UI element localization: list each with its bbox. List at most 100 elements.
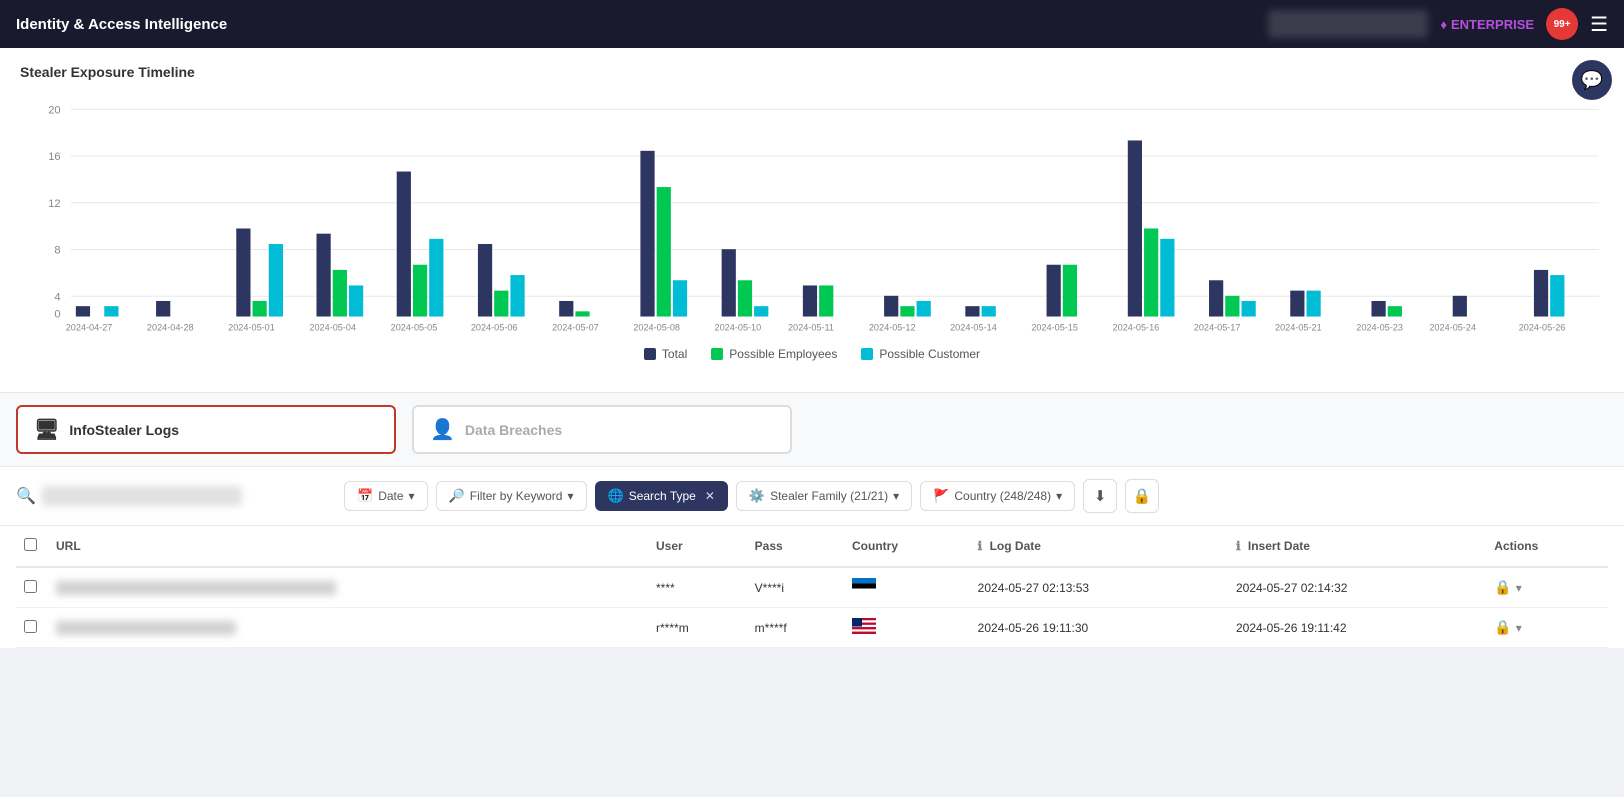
svg-text:2024-04-28: 2024-04-28	[147, 323, 194, 333]
svg-text:2024-05-08: 2024-05-08	[633, 323, 680, 333]
svg-text:0: 0	[54, 309, 60, 321]
pass-header: Pass	[747, 526, 844, 567]
country-filter-button[interactable]: 🚩 Country (248/248) ▾	[920, 481, 1075, 511]
keyword-filter-button[interactable]: 🔎 Filter by Keyword ▾	[436, 481, 587, 511]
insert-date-header: ℹ Insert Date	[1228, 526, 1486, 567]
chart-svg: 20 16 12 8 4 0 2024-04-27 2024-04-28 202…	[20, 96, 1604, 336]
diamond-icon: ♦	[1440, 17, 1447, 32]
row-1-log-date: 2024-05-27 02:13:53	[970, 567, 1228, 608]
legend-customer-dot	[861, 348, 873, 360]
filter-keyword-icon: 🔎	[449, 488, 465, 504]
table-section: URL User Pass Country ℹ Log Date ℹ Inser	[0, 526, 1624, 648]
enterprise-badge: ♦ ENTERPRISE	[1440, 17, 1534, 32]
user-info-blurred	[1268, 10, 1428, 38]
row-2-pass: m****f	[747, 608, 844, 648]
svg-text:2024-05-21: 2024-05-21	[1275, 323, 1322, 333]
svg-text:2024-05-01: 2024-05-01	[228, 323, 275, 333]
select-all-header[interactable]	[16, 526, 48, 567]
lock-button[interactable]: 🔒	[1125, 479, 1159, 513]
row-1-checkbox[interactable]	[24, 580, 37, 593]
row-1-actions[interactable]: 🔒 ▾	[1486, 567, 1608, 608]
computer-lock-icon: 🖥	[34, 417, 59, 442]
filter-bar: 🔍 📅 Date ▾ 🔎 Filter by Keyword ▾ 🌐 Searc…	[0, 467, 1624, 526]
notif-count: 99+	[1554, 19, 1571, 30]
flag-us	[852, 618, 876, 634]
legend-customer: Possible Customer	[861, 347, 980, 361]
legend-total: Total	[644, 347, 687, 361]
row-2-log-date: 2024-05-26 19:11:30	[970, 608, 1228, 648]
chevron-down-icon: ▾	[409, 489, 415, 503]
stealer-family-filter-button[interactable]: ⚙️ Stealer Family (21/21) ▾	[736, 481, 912, 511]
search-icon: 🔍	[16, 486, 36, 506]
row-2-insert-date: 2024-05-26 19:11:42	[1228, 608, 1486, 648]
svg-text:2024-05-15: 2024-05-15	[1031, 323, 1078, 333]
tab-infostealer[interactable]: 🖥 InfoStealer Logs	[16, 405, 396, 454]
table-header-row: URL User Pass Country ℹ Log Date ℹ Inser	[16, 526, 1608, 567]
svg-text:2024-04-27: 2024-04-27	[66, 323, 113, 333]
row-checkbox-cell[interactable]	[16, 567, 48, 608]
chevron-down-icon: ▾	[567, 489, 573, 503]
svg-text:2024-05-17: 2024-05-17	[1194, 323, 1241, 333]
log-date-header: ℹ Log Date	[970, 526, 1228, 567]
legend-employees: Possible Employees	[711, 347, 837, 361]
row-1-expand-icon[interactable]: ▾	[1516, 581, 1522, 595]
svg-text:2024-05-06: 2024-05-06	[471, 323, 518, 333]
legend-employees-dot	[711, 348, 723, 360]
svg-text:20: 20	[48, 104, 60, 116]
notification-button[interactable]: 99+	[1546, 8, 1578, 40]
download-icon: ⬇	[1094, 487, 1107, 505]
row-1-lock-icon[interactable]: 🔒	[1494, 579, 1511, 596]
insert-date-info-icon: ℹ	[1236, 539, 1241, 553]
chart-legend: Total Possible Employees Possible Custom…	[20, 347, 1604, 361]
download-button[interactable]: ⬇	[1083, 479, 1117, 513]
date-filter-button[interactable]: 📅 Date ▾	[344, 481, 428, 511]
stealer-icon: ⚙️	[749, 488, 765, 504]
row-1-country	[844, 567, 970, 608]
row-2-url	[48, 608, 648, 648]
row-1-insert-date: 2024-05-27 02:14:32	[1228, 567, 1486, 608]
row-2-checkbox[interactable]	[24, 620, 37, 633]
chart-title: Stealer Exposure Timeline	[20, 64, 1604, 80]
row-2-action-group: 🔒 ▾	[1494, 619, 1600, 636]
table-row: r****m m****f	[16, 608, 1608, 648]
svg-text:2024-05-10: 2024-05-10	[715, 323, 762, 333]
svg-text:2024-05-12: 2024-05-12	[869, 323, 916, 333]
url-blurred-text-2	[56, 621, 236, 635]
top-navigation: Identity & Access Intelligence ♦ ENTERPR…	[0, 0, 1624, 48]
svg-text:2024-05-11: 2024-05-11	[788, 323, 834, 333]
svg-text:2024-05-14: 2024-05-14	[950, 323, 997, 333]
log-date-info-icon: ℹ	[978, 539, 983, 553]
tab-data-breaches[interactable]: 👤 Data Breaches	[412, 405, 792, 454]
row-2-country	[844, 608, 970, 648]
country-header: Country	[844, 526, 970, 567]
row-2-expand-icon[interactable]: ▾	[1516, 621, 1522, 635]
chevron-down-icon: ▾	[893, 489, 899, 503]
svg-text:2024-05-07: 2024-05-07	[552, 323, 599, 333]
svg-text:2024-05-23: 2024-05-23	[1356, 323, 1403, 333]
tabs-section: 🖥 InfoStealer Logs 👤 Data Breaches	[0, 393, 1624, 467]
search-input[interactable]	[42, 486, 242, 506]
row-2-lock-icon[interactable]: 🔒	[1494, 619, 1511, 636]
svg-text:12: 12	[48, 198, 60, 210]
flag-ee	[852, 578, 876, 594]
chevron-down-icon: ▾	[1056, 489, 1062, 503]
row-1-pass: V****i	[747, 567, 844, 608]
row-2-user: r****m	[648, 608, 747, 648]
select-all-checkbox[interactable]	[24, 538, 37, 551]
url-blurred-text	[56, 581, 336, 595]
user-header: User	[648, 526, 747, 567]
search-type-filter-button[interactable]: 🌐 Search Type ✕	[595, 481, 728, 511]
chat-fab-button[interactable]: 💬	[1572, 60, 1612, 100]
menu-icon[interactable]: ☰	[1590, 12, 1608, 37]
logs-table: URL User Pass Country ℹ Log Date ℹ Inser	[16, 526, 1608, 648]
search-type-close-icon[interactable]: ✕	[705, 489, 715, 503]
svg-text:4: 4	[54, 291, 60, 303]
svg-text:2024-05-04: 2024-05-04	[309, 323, 356, 333]
row-2-actions[interactable]: 🔒 ▾	[1486, 608, 1608, 648]
globe-icon: 🌐	[608, 488, 624, 504]
svg-text:2024-05-16: 2024-05-16	[1113, 323, 1160, 333]
row-2-checkbox-cell[interactable]	[16, 608, 48, 648]
user-lock-icon: 👤	[430, 417, 455, 442]
svg-text:2024-05-26: 2024-05-26	[1519, 323, 1566, 333]
svg-text:2024-05-05: 2024-05-05	[391, 323, 438, 333]
